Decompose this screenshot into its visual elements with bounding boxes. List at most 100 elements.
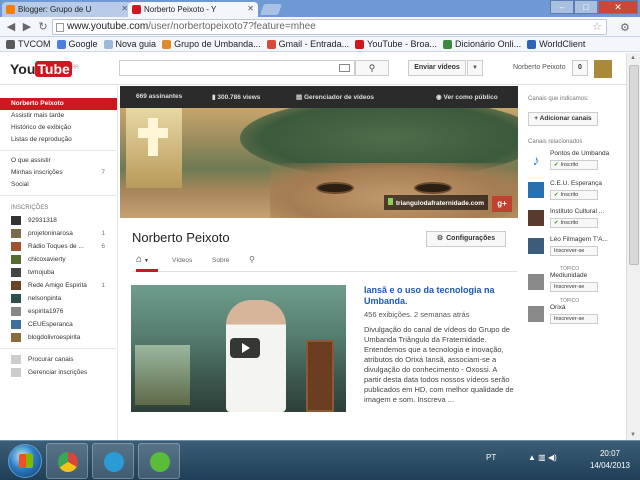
tray-icons[interactable]: ▲ ▥ ◀): [528, 453, 557, 462]
back-icon[interactable]: ◀: [4, 20, 18, 34]
subscribe-button[interactable]: Inscrever-se: [550, 282, 598, 292]
subscription-item[interactable]: Rede Amigo Espirita 1: [0, 279, 117, 292]
related-channel[interactable]: Instituto Cultural ... ✔ Inscrito: [528, 208, 624, 234]
sidebar-item-playlists[interactable]: Listas de reprodução: [0, 134, 117, 146]
subscribed-button[interactable]: ✔ Inscrito: [550, 218, 598, 228]
related-channel-name[interactable]: C.E.U. Esperança: [550, 180, 624, 187]
browser-tab-youtube[interactable]: Norberto Peixoto - Y ✕: [128, 2, 258, 17]
reload-icon[interactable]: ↻: [36, 20, 50, 34]
notifications-button[interactable]: 0: [572, 60, 588, 76]
sidebar-item-channel[interactable]: Norberto Peixoto: [0, 98, 117, 110]
search-input[interactable]: [119, 60, 355, 76]
subscribed-button[interactable]: ✔ Inscrito: [550, 190, 598, 200]
tab-label: Blogger: Grupo de U: [18, 5, 92, 14]
sidebar-item-social[interactable]: Social: [0, 179, 117, 191]
tab-videos[interactable]: Vídeos: [172, 257, 192, 264]
related-channel-name[interactable]: Pontos de Umbanda: [550, 150, 624, 157]
related-channel-name[interactable]: Mediunidade: [550, 272, 624, 279]
taskbar-app-skype[interactable]: [92, 443, 134, 479]
bookmark-gmail[interactable]: Gmail - Entrada...: [266, 39, 349, 49]
sidebar-item-history[interactable]: Histórico de exibição: [0, 122, 117, 134]
minimize-button[interactable]: –: [550, 0, 574, 14]
avatar[interactable]: [594, 60, 612, 78]
close-tab-icon[interactable]: ✕: [121, 4, 128, 13]
start-button[interactable]: [8, 444, 42, 478]
related-channel-name[interactable]: Orixá: [550, 304, 624, 311]
related-channel-name[interactable]: Instituto Cultural ...: [550, 208, 624, 215]
bookmark-dicionario[interactable]: Dicionário Onli...: [443, 39, 521, 49]
subscription-item[interactable]: blogdolivroespirita: [0, 331, 117, 344]
add-channels-button[interactable]: + Adicionar canais: [528, 112, 598, 126]
subscription-item[interactable]: CEUEsperanca: [0, 318, 117, 331]
featured-video-meta: 456 exibições. 2 semanas atrás: [364, 310, 470, 319]
wrench-menu-icon[interactable]: ⚙: [620, 21, 632, 34]
footer-label: Procurar canais: [28, 356, 74, 363]
username[interactable]: Norberto Peixoto: [513, 64, 566, 71]
maximize-button[interactable]: □: [574, 0, 598, 14]
subscription-item[interactable]: tvmojuba: [0, 266, 117, 279]
bookmark-star-icon[interactable]: ☆: [592, 20, 602, 33]
browser-tab-blogger[interactable]: Blogger: Grupo de U ✕: [2, 2, 132, 17]
related-channel-name[interactable]: Léo Filmagem T'A...: [550, 236, 624, 243]
close-window-button[interactable]: ✕: [598, 0, 638, 14]
subscribed-button[interactable]: ✔ Inscrito: [550, 160, 598, 170]
close-tab-icon[interactable]: ✕: [247, 4, 254, 13]
checkmark-icon: ✔: [554, 220, 559, 226]
subscription-item[interactable]: 92931318: [0, 214, 117, 227]
video-manager-icon: ▤: [296, 94, 304, 101]
system-clock[interactable]: 20:07 14/04/2013: [590, 448, 630, 472]
taskbar-app-chrome[interactable]: [46, 443, 88, 479]
related-channel[interactable]: Léo Filmagem T'A... Inscrever-se: [528, 236, 624, 262]
sidebar-item-what-to-watch[interactable]: O que assistir: [0, 155, 117, 167]
subscribe-button[interactable]: Inscrever-se: [550, 314, 598, 324]
bookmark-youtube[interactable]: YouTube - Broa...: [355, 39, 437, 49]
browse-channels-link[interactable]: Procurar canais: [0, 353, 117, 366]
banner-website-link[interactable]: triangulodafraternidade.com: [383, 195, 488, 210]
subscription-item[interactable]: espirita1976: [0, 305, 117, 318]
subscription-item[interactable]: chicoxavierty: [0, 253, 117, 266]
related-topic[interactable]: TÓPICO Orixá Inscrever-se: [528, 298, 624, 330]
subscribe-button[interactable]: Inscrever-se: [550, 246, 598, 256]
related-topic[interactable]: TÓPICO Mediunidade Inscrever-se: [528, 266, 624, 298]
scroll-down-icon[interactable]: ▼: [630, 432, 636, 438]
keyboard-icon[interactable]: [339, 64, 350, 72]
video-manager-label: Gerenciador de vídeos: [303, 94, 375, 101]
related-channel[interactable]: ♪ Pontos de Umbanda ✔ Inscrito: [528, 150, 624, 176]
search-icon[interactable]: ⚲: [249, 255, 255, 264]
video-manager-link[interactable]: ▤ Gerenciador de vídeos: [296, 93, 374, 101]
google-plus-button[interactable]: g+: [492, 196, 512, 212]
page-scrollbar[interactable]: ▲ ▼: [626, 53, 640, 440]
checkmark-icon: ✔: [554, 162, 559, 168]
featured-video-title[interactable]: Iansã e o uso da tecnologia na Umbanda.: [364, 285, 514, 307]
sidebar-item-my-subscriptions[interactable]: Minhas inscrições 7: [0, 167, 117, 179]
sidebar-item-label: Minhas inscrições: [11, 169, 63, 176]
scroll-up-icon[interactable]: ▲: [630, 55, 636, 61]
search-button[interactable]: ⚲: [355, 60, 389, 76]
play-icon[interactable]: [230, 338, 260, 358]
subscription-item[interactable]: Rádio Toques de ... 6: [0, 240, 117, 253]
upload-button[interactable]: Enviar vídeos: [408, 60, 466, 76]
search-icon: ⚲: [368, 63, 376, 73]
related-channel[interactable]: C.E.U. Esperança ✔ Inscrito: [528, 180, 624, 206]
bookmark-nova-guia[interactable]: Nova guia: [103, 39, 156, 49]
manage-subscriptions-link[interactable]: Gerenciar inscrições: [0, 366, 117, 379]
featured-video-player[interactable]: [131, 285, 346, 412]
bookmark-grupo-umbanda[interactable]: Grupo de Umbanda...: [162, 39, 261, 49]
bookmark-worldclient[interactable]: WorldClient: [527, 39, 585, 49]
view-as-public-link[interactable]: ◉ Ver como público: [436, 93, 498, 101]
new-tab-button[interactable]: [259, 4, 283, 15]
taskbar-app-icq[interactable]: [138, 443, 180, 479]
tab-home[interactable]: ⌂ ▼: [136, 254, 158, 272]
subscription-item[interactable]: nelsonpinta: [0, 292, 117, 305]
forward-icon[interactable]: ▶: [20, 20, 34, 34]
sidebar-item-watch-later[interactable]: Assistir mais tarde: [0, 110, 117, 122]
bookmark-tvcom[interactable]: TVCOM: [6, 39, 51, 49]
bookmark-google[interactable]: Google: [56, 39, 98, 49]
tab-about[interactable]: Sobre: [212, 257, 229, 264]
youtube-logo[interactable]: You Tube BR: [10, 61, 79, 77]
address-bar[interactable]: www.youtube.com/user/norbertopeixoto7?fe…: [52, 19, 607, 35]
upload-dropdown-button[interactable]: ▼: [467, 60, 483, 76]
subscription-item[interactable]: projetoninarosa 1: [0, 227, 117, 240]
scrollbar-thumb[interactable]: [629, 65, 639, 265]
settings-button[interactable]: ⚙ Configurações: [426, 231, 506, 247]
